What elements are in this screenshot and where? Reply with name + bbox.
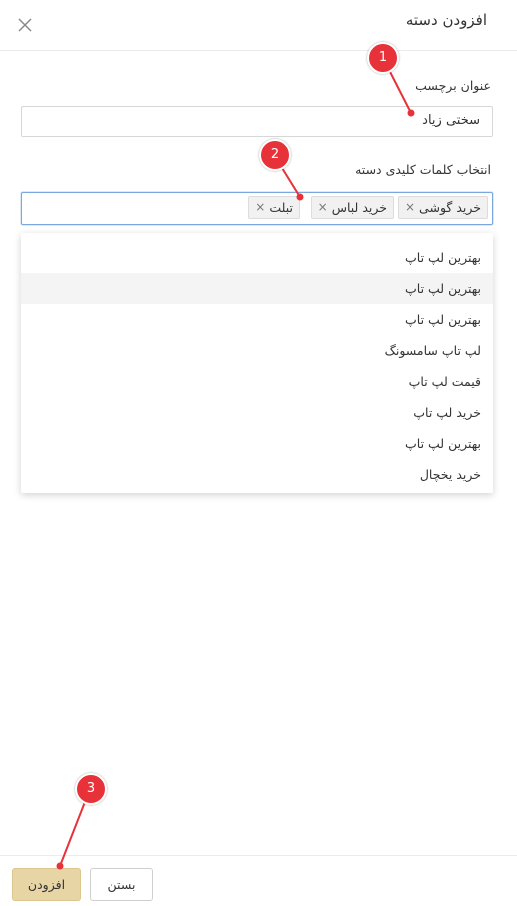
remove-tag-icon[interactable]: × — [255, 197, 265, 218]
keywords-label: انتخاب کلمات کلیدی دسته — [355, 162, 491, 177]
dropdown-option[interactable]: بهترین لپ تاپ — [21, 428, 493, 459]
tag-title-value: سختی زیاد — [422, 113, 480, 128]
keyword-tag-label: خرید گوشی — [419, 200, 481, 215]
dropdown-option[interactable]: لپ تاپ سامسونگ — [21, 335, 493, 366]
annotation-badge: 1 — [367, 42, 399, 74]
keyword-tag: خرید گوشی × — [397, 196, 488, 219]
dialog-title: افزودن دسته — [405, 11, 487, 29]
tag-title-label: عنوان برچسب — [415, 78, 491, 93]
annotation-badge: 2 — [259, 139, 291, 171]
keyword-tag: خرید لباس × — [310, 196, 394, 219]
dialog-footer: افزودن بستن — [0, 855, 517, 906]
dialog-header: افزودن دسته — [0, 0, 517, 51]
dropdown-option[interactable]: قیمت لپ تاپ — [21, 366, 493, 397]
dropdown-option[interactable]: خرید یخچال — [21, 459, 493, 490]
keyword-tag-label: تبلت — [269, 200, 293, 215]
dropdown-option[interactable]: خرید لپ تاپ — [21, 397, 493, 428]
keyword-tag-label: خرید لباس — [331, 200, 387, 215]
add-button[interactable]: افزودن — [12, 868, 81, 901]
keyword-tag: تبلت × — [248, 196, 300, 219]
close-button[interactable]: بستن — [90, 868, 153, 901]
close-icon[interactable] — [15, 15, 35, 35]
dropdown-option[interactable]: بهترین لپ تاپ — [21, 304, 493, 335]
keywords-dropdown: بهترین لپ تاپ بهترین لپ تاپ بهترین لپ تا… — [21, 233, 493, 493]
remove-tag-icon[interactable]: × — [318, 197, 328, 218]
dropdown-option[interactable]: بهترین لپ تاپ — [21, 242, 493, 273]
dropdown-option-highlighted[interactable]: بهترین لپ تاپ — [21, 273, 493, 304]
remove-tag-icon[interactable]: × — [405, 197, 415, 218]
tag-title-input[interactable]: سختی زیاد — [21, 106, 493, 137]
keywords-select[interactable]: خرید گوشی × خرید لباس × تبلت × — [21, 192, 493, 225]
annotation-badge: 3 — [75, 773, 107, 805]
